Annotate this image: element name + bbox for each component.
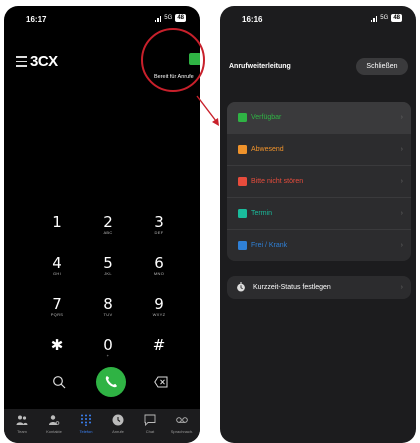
clock-icon [112,414,124,426]
key-letters: JKL [104,271,112,276]
hamburger-icon[interactable] [16,56,27,67]
keypad-key[interactable]: 0 + [88,337,128,359]
status-bar: 16:17 5G 48 [4,6,200,30]
tab-telefon[interactable]: Telefon [71,414,101,434]
status-item-dnd[interactable]: Bitte nicht stören › [227,166,411,198]
key-digit: 5 [103,254,113,272]
logo-part-cx: CX [37,53,58,70]
key-letters: PQRS [50,312,64,317]
chevron-right-icon: › [400,114,403,121]
highlight-circle [141,28,205,92]
status-item-sick[interactable]: Frei / Krank › [227,230,411,261]
status-label: Abwesend [251,146,284,153]
status-color-swatch [238,241,247,250]
tab-contacts[interactable]: Kontakte [39,414,69,434]
key-digit: 0 [103,336,113,354]
status-item-available[interactable]: Verfügbar › [227,102,411,134]
logo-part-3: 3 [30,53,38,70]
tab-anrufe[interactable]: Anrufe [103,414,133,434]
keypad-key[interactable]: 5 JKL [88,255,128,277]
keypad-key[interactable]: 8 TUV [88,296,128,318]
status-label: Bitte nicht stören [251,178,304,185]
chevron-right-icon: › [400,146,403,153]
tab-label: Team [17,429,27,434]
key-digit: 2 [103,213,113,231]
contacts-icon [49,415,60,425]
keypad-key[interactable]: ✱ [37,337,77,353]
status-label: Verfügbar [251,114,282,121]
key-digit: 1 [52,213,62,231]
backspace-icon[interactable] [154,376,168,388]
keypad-key[interactable]: 4 GHI [37,255,77,277]
key-letters: GHI [52,271,61,276]
tab-label: Chat [145,429,155,434]
key-digit: 6 [154,254,164,272]
search-icon[interactable] [52,375,66,389]
chevron-right-icon: › [400,178,403,185]
status-color-swatch [238,145,247,154]
status-color-swatch [238,209,247,218]
tab-label: Sprachnach. [170,429,194,434]
chevron-right-icon: › [400,284,403,291]
tab-team[interactable]: Team [7,414,37,434]
dialpad-icon [81,414,91,426]
status-bar: 16:16 5G 48 [220,6,416,30]
status-list: Verfügbar › Abwesend › Bitte nicht störe… [227,102,411,261]
status-time: 16:16 [242,15,263,24]
key-digit: 9 [154,295,164,313]
tab-label: Telefon [79,429,93,434]
status-item-meeting[interactable]: Termin › [227,198,411,230]
timer-icon [237,282,245,292]
tab-label: Anrufe [112,429,124,434]
page-title: Anrufweiterleitung [229,63,291,70]
bottom-tab-bar: Team Kontakte Telefon Anrufe Chat Sprach… [4,409,200,443]
close-button[interactable]: Schließen [356,58,408,75]
battery-indicator: 48 [391,14,402,22]
signal-icon [370,15,378,22]
call-button[interactable] [96,367,126,397]
key-letters: DEF [154,230,164,235]
status-label: Termin [251,210,273,217]
app-logo: 3CX [30,53,58,70]
forwarding-screen: 16:16 5G 48 Anrufweiterleitung Schließen… [220,6,416,443]
keypad-key[interactable]: 3 DEF [139,214,179,236]
network-type: 5G [380,15,389,21]
tab-chat[interactable]: Chat [135,414,165,434]
tab-voicemail[interactable]: Sprachnach. [167,414,197,434]
key-digit: ✱ [50,336,64,354]
status-color-swatch [238,177,247,186]
keypad-key[interactable]: 9 WXYZ [139,296,179,318]
team-icon [16,415,28,425]
temporary-status-label: Kurzzeit-Status festlegen [253,284,331,291]
chevron-right-icon: › [400,242,403,249]
keypad-key[interactable]: 2 ABC [88,214,128,236]
temporary-status-button[interactable]: Kurzzeit-Status festlegen › [227,276,411,299]
key-digit: # [152,336,166,354]
key-letters: ABC [103,230,113,235]
key-digit: 7 [52,295,62,313]
voicemail-icon [176,417,188,423]
network-type: 5G [164,15,173,21]
keypad-key[interactable]: # [139,337,179,353]
key-digit: 3 [154,213,164,231]
chevron-right-icon: › [400,210,403,217]
status-item-away[interactable]: Abwesend › [227,134,411,166]
key-letters: + [106,353,110,358]
status-label: Frei / Krank [251,242,288,249]
chat-icon [144,414,156,426]
battery-indicator: 48 [175,14,186,22]
keypad-key[interactable]: 6 MNO [139,255,179,277]
key-digit: 4 [52,254,62,272]
keypad-key[interactable]: 1 [37,214,77,230]
tab-label: Kontakte [46,429,62,434]
keypad-key[interactable]: 7 PQRS [37,296,77,318]
key-letters: MNO [153,271,165,276]
key-digit: 8 [103,295,113,313]
status-time: 16:17 [26,15,47,24]
key-letters: WXYZ [152,312,166,317]
signal-icon [154,15,162,22]
key-letters: TUV [103,312,113,317]
status-color-swatch [238,113,247,122]
phone-icon [105,376,117,388]
